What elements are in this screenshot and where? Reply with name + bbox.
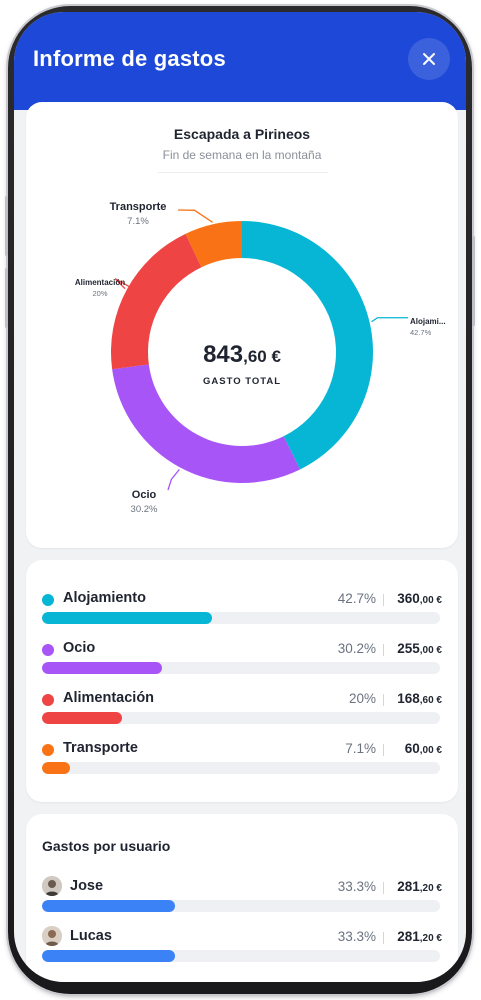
amount-cents: ,60 € [419,695,442,706]
avatar [42,926,62,946]
user-percent: 33.3% [337,879,376,894]
category-row: Alimentación 20% 168,60 € [42,690,442,730]
category-dot [42,594,54,606]
category-amount: 60,00 € [405,741,442,756]
user-photo-icon [42,876,62,896]
user-row: Jose 33.3% 281,20 € [42,876,442,918]
slice-label: Ocio [132,489,157,501]
category-percent: 42.7% [337,591,376,606]
amount-int: 255 [397,641,420,656]
volume-button [5,196,8,256]
slice-percent: 42.7% [410,328,432,337]
summary-card: Escapada a Pirineos Fin de semana en la … [26,102,458,548]
slice-percent: 30.2% [131,504,158,515]
total-int: 843 [203,341,243,368]
donut-chart: Alojami... 42.7% Ocio 30.2% Alimentación 20% T… [75,201,446,515]
user-name: Lucas [70,928,112,944]
progress-track [42,762,440,774]
category-percent: 30.2% [337,641,376,656]
amount-cents: ,20 € [419,883,442,894]
category-name: Ocio [63,640,96,656]
page-title: Informe de gastos [33,46,226,71]
category-row: Alojamiento 42.7% 360,00 € [42,590,442,630]
separator [383,594,384,606]
category-row: Ocio 30.2% 255,00 € [42,640,442,680]
progress-track [42,950,440,962]
slice-percent: 20% [92,289,107,298]
category-card: Alojamiento 42.7% 360,00 € Ocio 30.2% 25… [26,560,458,802]
amount-cents: ,20 € [419,933,442,944]
donut-slice-alimentacin [111,233,202,370]
power-button [472,236,475,326]
progress-fill [42,900,175,912]
progress-fill [42,712,122,724]
progress-track [42,712,440,724]
separator [383,932,384,944]
amount-int: 60 [404,741,420,756]
category-row: Transporte 7.1% 60,00 € [42,740,442,780]
category-amount: 255,00 € [397,641,442,656]
category-dot [42,744,54,756]
user-percent: 33.3% [337,929,376,944]
separator [383,644,384,656]
users-card: Gastos por usuario Jose 33.3% 281,20 € L… [26,814,458,982]
close-icon [423,53,435,65]
amount-cents: ,00 € [419,595,442,606]
total-value: 843,60 € [203,341,281,368]
category-amount: 360,00 € [397,591,442,606]
screen: Informe de gastos Escapada a Pirineos Fi… [14,12,466,982]
total-label: GASTO TOTAL [203,376,281,387]
category-amount: 168,60 € [397,691,442,706]
slice-percent: 7.1% [127,216,149,227]
category-name: Alimentación [63,690,155,706]
user-amount: 281,20 € [397,879,442,894]
app-header: Informe de gastos [14,12,466,110]
progress-track [42,900,440,912]
progress-fill [42,950,175,962]
donut-slice-alojamiento [242,221,373,470]
user-name: Jose [70,878,104,894]
leader-line [371,317,408,323]
progress-track [42,612,440,624]
category-dot [42,694,54,706]
slice-label: Alojami... [410,317,446,326]
amount-cents: ,00 € [419,645,442,656]
progress-fill [42,762,71,774]
category-dot [42,644,54,656]
users-title: Gastos por usuario [42,838,171,854]
leader-line [167,468,180,491]
amount-int: 168 [397,691,420,706]
user-amount: 281,20 € [397,929,442,944]
progress-fill [42,612,212,624]
user-photo-icon [42,926,62,946]
progress-track [42,662,440,674]
avatar [42,876,62,896]
progress-fill [42,662,163,674]
amount-int: 281 [397,879,420,894]
amount-int: 281 [397,929,420,944]
category-name: Transporte [63,740,138,756]
category-percent: 20% [348,691,376,706]
category-percent: 7.1% [345,741,376,756]
separator [383,694,384,706]
total-cents: ,60 € [243,347,281,366]
separator [383,882,384,894]
user-row: Lucas 33.3% 281,20 € [42,926,442,968]
slice-label: Alimentación [75,278,125,287]
leader-line [177,209,213,223]
category-name: Alojamiento [63,590,146,606]
slice-label: Transporte [110,201,167,213]
separator [383,744,384,756]
amount-int: 360 [397,591,420,606]
close-button[interactable] [408,38,450,80]
amount-cents: ,00 € [419,745,442,756]
volume-button [5,268,8,328]
